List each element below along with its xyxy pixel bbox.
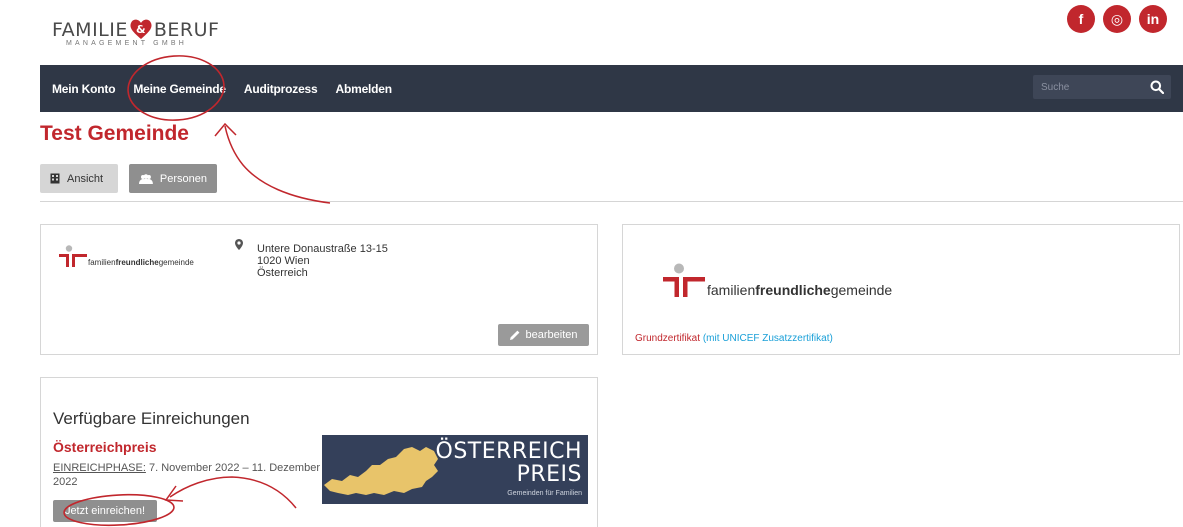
address-country: Österreich <box>257 267 308 279</box>
building-icon <box>50 173 60 184</box>
nav-item-auditprozess[interactable]: Auditprozess <box>244 82 318 96</box>
ampersand-heart-icon: & <box>129 18 153 40</box>
ffg-text-a: familien <box>88 258 116 267</box>
pencil-icon <box>509 330 519 340</box>
svg-text:&: & <box>136 23 146 36</box>
certificate-line: Grundzertifikat (mit UNICEF Zusatzzertif… <box>635 333 833 344</box>
address-block: Untere Donaustraße 13-15 1020 Wien Öster… <box>257 243 388 279</box>
location-pin-icon <box>235 239 243 250</box>
annotation-arrowhead-nav <box>214 122 237 137</box>
ffg-large-text-a: familien <box>707 282 756 298</box>
site-logo[interactable]: FAMILIE & BERUF MANAGEMENT GMBH <box>52 10 219 52</box>
instagram-icon[interactable]: ◎ <box>1103 5 1131 33</box>
social-links: f ◎ in <box>1067 5 1167 33</box>
main-nav: Mein Konto Meine Gemeinde Auditprozess A… <box>40 65 1183 112</box>
annotation-arrow-nav <box>224 125 331 204</box>
tab-ansicht-label: Ansicht <box>67 172 104 185</box>
ffg-large-text-b: freundliche <box>755 282 831 298</box>
submissions-card: Verfügbare Einreichungen Österreichpreis… <box>40 377 598 527</box>
tab-ansicht[interactable]: Ansicht <box>40 164 118 193</box>
submissions-heading: Verfügbare Einreichungen <box>53 409 250 428</box>
logo-text-left: FAMILIE <box>52 19 128 41</box>
award-title: Österreichpreis <box>53 439 157 455</box>
banner-line3: Gemeinden für Familien <box>507 490 582 497</box>
submission-phase: EINREICHPHASE: 7. November 2022 – 11. De… <box>53 461 329 489</box>
ffg-logo: familienfreundlichegemeinde <box>59 245 194 267</box>
municipality-info-card: familienfreundlichegemeinde Untere Donau… <box>40 224 598 355</box>
search-box <box>1033 75 1171 99</box>
ffg-logo-large-icon <box>663 263 705 297</box>
ffg-logo-icon <box>59 245 87 267</box>
logo-text-right: BERUF <box>153 19 220 41</box>
facebook-icon[interactable]: f <box>1067 5 1095 33</box>
banner-line1: ÖSTERREICH <box>435 439 582 464</box>
search-icon <box>1150 80 1164 94</box>
certificate-main: Grundzertifikat <box>635 333 701 344</box>
search-button[interactable] <box>1143 75 1171 99</box>
address-street: Untere Donaustraße 13-15 <box>257 243 388 255</box>
nav-item-abmelden[interactable]: Abmelden <box>336 82 393 96</box>
edit-button-label: bearbeiten <box>525 329 578 341</box>
tab-personen-label: Personen <box>159 172 207 185</box>
nav-item-meine-gemeinde[interactable]: Meine Gemeinde <box>133 82 226 96</box>
divider <box>40 201 1183 202</box>
address-city: 1020 Wien <box>257 255 310 267</box>
award-banner: ÖSTERREICH PREIS Gemeinden für Familien <box>322 435 588 504</box>
tab-personen[interactable]: Personen <box>129 164 217 193</box>
banner-line2: PREIS <box>516 462 582 487</box>
nav-item-mein-konto[interactable]: Mein Konto <box>52 82 116 96</box>
search-input[interactable] <box>1033 75 1141 99</box>
page-title: Test Gemeinde <box>40 122 189 145</box>
ffg-large-text-c: gemeinde <box>830 282 893 298</box>
users-icon <box>139 173 153 184</box>
edit-button[interactable]: bearbeiten <box>498 324 589 346</box>
certificate-extra-link[interactable]: (mit UNICEF Zusatzzertifikat) <box>703 333 833 344</box>
austria-map-icon <box>324 447 438 495</box>
submit-now-button[interactable]: Jetzt einreichen! <box>53 500 157 522</box>
ffg-text-b: freundliche <box>115 258 159 267</box>
certificate-card: familienfreundlichegemeinde Grundzertifi… <box>622 224 1180 355</box>
logo-subline: MANAGEMENT GMBH <box>66 40 187 47</box>
ffg-text-c: gemeinde <box>158 258 194 267</box>
phase-label: EINREICHPHASE: <box>53 462 146 474</box>
logo-wordmark: FAMILIE & BERUF <box>52 18 219 41</box>
ffg-logo-large: familienfreundlichegemeinde <box>663 263 893 298</box>
linkedin-icon[interactable]: in <box>1139 5 1167 33</box>
